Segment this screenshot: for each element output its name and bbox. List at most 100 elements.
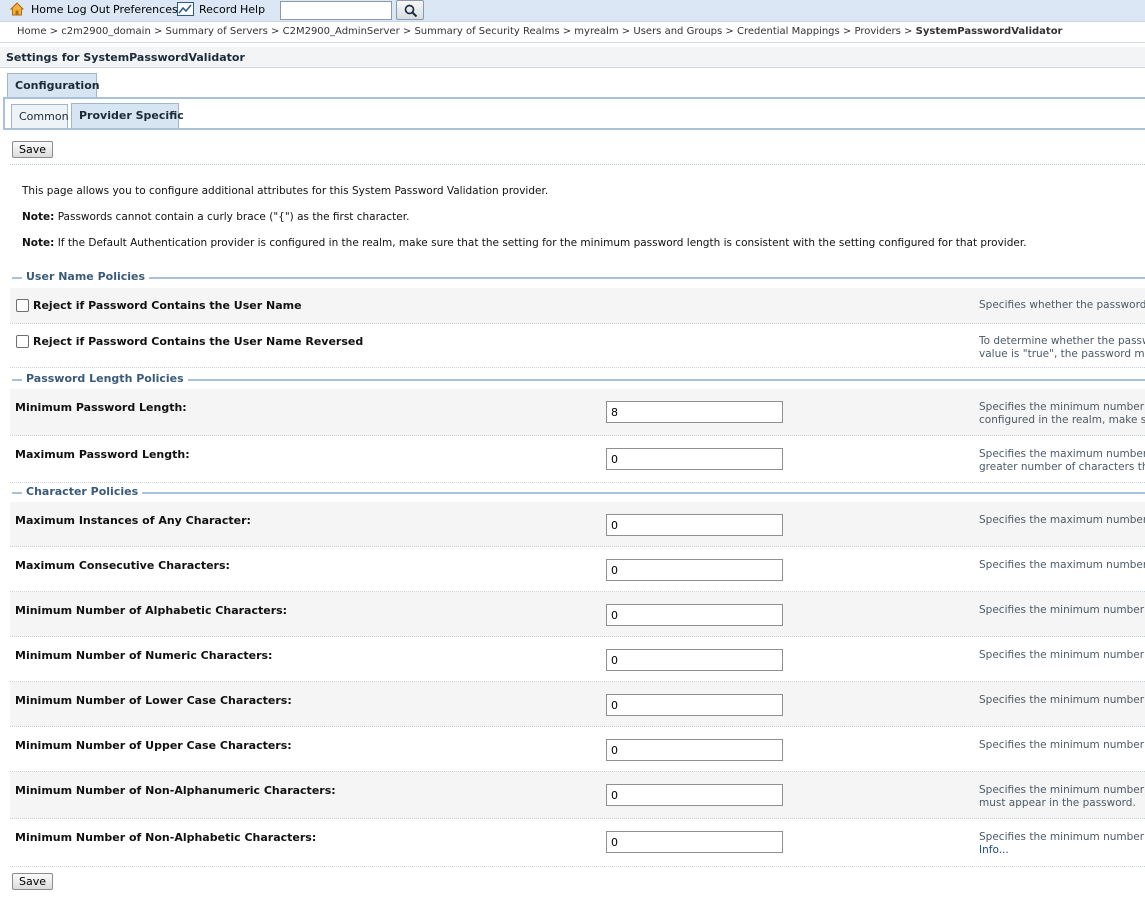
help-line: Specifies the minimum number of <box>979 694 1145 706</box>
max-password-length-input[interactable] <box>606 448 783 470</box>
preferences-link[interactable]: Preferences <box>113 3 178 16</box>
breadcrumb-home[interactable]: Home > <box>17 26 58 37</box>
note-1: Note: Passwords cannot contain a curly b… <box>22 211 409 223</box>
more-info-link[interactable]: Info... <box>979 844 1145 857</box>
breadcrumb-providers[interactable]: Providers > <box>855 26 913 37</box>
min-alphabetic-input[interactable] <box>606 604 783 626</box>
breadcrumb-domain[interactable]: c2m2900_domain > <box>61 26 162 37</box>
max-instances-input[interactable] <box>606 514 783 536</box>
field-label: Maximum Instances of Any Character: <box>15 514 251 527</box>
field-row-reject-username-reversed: Reject if Password Contains the User Nam… <box>10 324 1145 368</box>
save-button-bottom[interactable]: Save <box>12 873 54 890</box>
field-label: Minimum Password Length: <box>15 401 187 414</box>
field-help: Specifies the minimum number of <box>979 739 1145 752</box>
help-line: Specifies the minimum number of <box>979 831 1145 843</box>
help-line: value is "true", the password must <box>979 348 1145 360</box>
note-2-text: If the Default Authentication provider i… <box>57 237 1027 249</box>
field-help: Specifies the minimum number of <box>979 649 1145 662</box>
help-line: Specifies the minimum number of <box>979 739 1145 751</box>
page-title: Settings for SystemPasswordValidator <box>0 47 1145 68</box>
field-label: Minimum Number of Lower Case Characters: <box>15 694 292 707</box>
breadcrumb-credential-mappings[interactable]: Credential Mappings > <box>737 26 851 37</box>
search-input[interactable] <box>280 1 392 20</box>
breadcrumb: Home > c2m2900_domain > Summary of Serve… <box>17 26 1063 37</box>
field-help: Specifies the maximum number of greater … <box>979 448 1145 474</box>
section-password-length-policies: Password Length Policies <box>12 372 1145 387</box>
intro-text: This page allows you to configure additi… <box>22 185 549 197</box>
section-title: Password Length Policies <box>22 372 188 385</box>
help-line: configured in the realm, make sure <box>979 414 1145 426</box>
field-help: Specifies the maximum number of <box>979 559 1145 572</box>
field-label: Maximum Consecutive Characters: <box>15 559 230 572</box>
field-help: Specifies the minimum number of Info... <box>979 831 1145 857</box>
breadcrumb-myrealm[interactable]: myrealm > <box>574 26 630 37</box>
help-line: greater number of characters than <box>979 461 1145 473</box>
min-non-alphanumeric-input[interactable] <box>606 784 783 806</box>
help-line: To determine whether the passwo <box>979 335 1145 347</box>
logout-link[interactable]: Log Out <box>67 3 110 16</box>
record-icon[interactable] <box>177 2 194 16</box>
field-row-min-upper-case: Minimum Number of Upper Case Characters:… <box>10 727 1145 772</box>
field-help: Specifies the minimum number of must app… <box>979 784 1145 810</box>
help-text: must appear in the password. <box>979 797 1136 809</box>
field-label: Minimum Number of Upper Case Characters: <box>15 739 292 752</box>
field-label: Maximum Password Length: <box>15 448 190 461</box>
note-label: Note: <box>22 211 55 223</box>
min-numeric-input[interactable] <box>606 649 783 671</box>
divider <box>0 42 1145 43</box>
note-2: Note: If the Default Authentication prov… <box>22 237 1027 249</box>
search-icon <box>404 4 418 18</box>
record-link[interactable]: Record <box>199 3 237 16</box>
field-row-min-password-length: Minimum Password Length: Specifies the m… <box>10 389 1145 436</box>
breadcrumb-current: SystemPasswordValidator <box>915 26 1063 37</box>
search-button[interactable] <box>396 0 424 20</box>
divider <box>10 164 1145 165</box>
reject-username-reversed-checkbox[interactable] <box>16 335 29 348</box>
section-title: Character Policies <box>22 485 143 498</box>
breadcrumb-admin-server[interactable]: C2M2900_AdminServer > <box>283 26 412 37</box>
section-user-name-policies: User Name Policies <box>12 270 1145 285</box>
breadcrumb-security-realms[interactable]: Summary of Security Realms > <box>414 26 571 37</box>
note-1-text: Passwords cannot contain a curly brace (… <box>57 211 410 223</box>
field-label: Minimum Number of Numeric Characters: <box>15 649 273 662</box>
min-password-length-input[interactable] <box>606 401 783 423</box>
section-title: User Name Policies <box>22 270 150 283</box>
help-line: Specifies the minimum number of <box>979 649 1145 661</box>
section-line <box>12 277 1145 279</box>
save-button-top[interactable]: Save <box>12 141 54 158</box>
field-help: To determine whether the passwo value is… <box>979 335 1145 361</box>
min-non-alphabetic-input[interactable] <box>606 831 783 853</box>
breadcrumb-users-groups[interactable]: Users and Groups > <box>633 26 733 37</box>
breadcrumb-servers[interactable]: Summary of Servers > <box>166 26 280 37</box>
max-consecutive-input[interactable] <box>606 559 783 581</box>
help-link[interactable]: Help <box>240 3 265 16</box>
field-label: Reject if Password Contains the User Nam… <box>33 335 364 348</box>
min-lower-case-input[interactable] <box>606 694 783 716</box>
field-row-min-non-alphabetic: Minimum Number of Non-Alphabetic Charact… <box>10 819 1145 867</box>
help-line: Specifies the minimum number of <box>979 604 1145 616</box>
field-row-min-numeric: Minimum Number of Numeric Characters: Sp… <box>10 637 1145 682</box>
field-row-reject-username: Reject if Password Contains the User Nam… <box>10 288 1145 324</box>
reject-username-checkbox[interactable] <box>16 299 29 312</box>
tab-divider <box>3 128 1145 130</box>
help-line: Specifies the maximum number of <box>979 559 1145 571</box>
field-row-max-password-length: Maximum Password Length: Specifies the m… <box>10 436 1145 483</box>
home-icon[interactable] <box>9 1 25 17</box>
min-upper-case-input[interactable] <box>606 739 783 761</box>
help-line: must appear in the password. Mo <box>979 797 1145 810</box>
field-help: Specifies the maximum number of <box>979 514 1145 527</box>
field-label: Minimum Number of Non-Alphanumeric Chara… <box>15 784 336 797</box>
help-line: Specifies the minimum number of <box>979 401 1145 413</box>
field-help: Specifies whether the password ca <box>979 299 1145 312</box>
field-label: Reject if Password Contains the User Nam… <box>33 299 302 312</box>
help-line: Specifies the maximum number of <box>979 448 1145 460</box>
home-link[interactable]: Home <box>31 3 63 16</box>
tab-provider-specific[interactable]: Provider Specific <box>71 103 184 129</box>
help-line: Specifies the maximum number of <box>979 514 1145 526</box>
field-row-min-non-alphanumeric: Minimum Number of Non-Alphanumeric Chara… <box>10 772 1145 819</box>
field-row-min-alphabetic: Minimum Number of Alphabetic Characters:… <box>10 592 1145 637</box>
note-label: Note: <box>22 237 55 249</box>
tab-common[interactable]: Common <box>11 104 69 129</box>
tab-configuration[interactable]: Configuration <box>7 73 100 98</box>
field-label: Minimum Number of Non-Alphabetic Charact… <box>15 831 317 844</box>
